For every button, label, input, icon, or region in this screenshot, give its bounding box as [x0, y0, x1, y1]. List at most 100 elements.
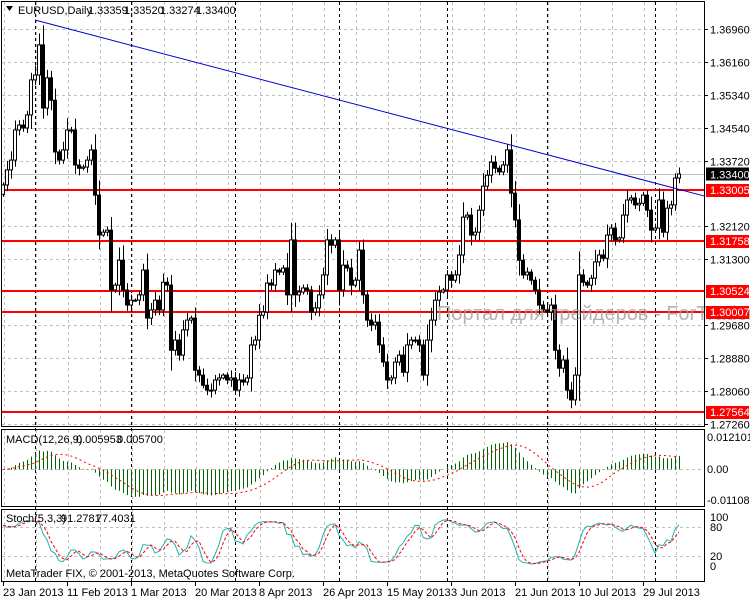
candle-bearish [329, 234, 333, 254]
candle-bearish [369, 313, 373, 332]
candle-body [213, 379, 217, 391]
candle-body [637, 202, 641, 206]
candle-bullish [45, 69, 49, 116]
candle-bullish [273, 262, 277, 292]
candle-body [473, 231, 477, 236]
candle-bullish [181, 320, 185, 361]
candle-bearish [21, 119, 25, 132]
date-label: 10 Jul 2013 [579, 587, 636, 599]
candle-body [293, 239, 297, 296]
candle-body [181, 329, 185, 356]
candle-bullish [641, 191, 645, 206]
candle-body [477, 209, 481, 233]
candle-bullish [489, 155, 493, 183]
date-label: 23 Jan 2013 [3, 587, 64, 599]
candle-body [97, 194, 101, 236]
candle-bullish [185, 313, 189, 337]
candle-body [353, 279, 357, 286]
candle-body [429, 319, 433, 341]
candle-bullish [625, 189, 629, 223]
trendline[interactable] [34, 19, 705, 197]
horizontal-levels[interactable] [2, 174, 704, 413]
candle-body [469, 214, 473, 236]
candle-body [573, 374, 577, 401]
candle-bullish [61, 141, 65, 164]
date-label: 29 Jul 2013 [643, 587, 700, 599]
candle-body [489, 161, 493, 176]
candle-bullish [261, 305, 265, 319]
candle-bullish [669, 200, 673, 216]
candle-body [45, 77, 49, 109]
candle-body [465, 214, 469, 218]
candle-bearish [569, 381, 573, 409]
date-label: 11 Feb 2013 [67, 587, 128, 599]
date-label: 21 Jun 2013 [515, 587, 576, 599]
dropdown-triangle-icon[interactable] [6, 6, 13, 11]
candle-body [673, 177, 677, 206]
candle-body [225, 374, 229, 381]
candle-body [337, 239, 341, 291]
chart-window[interactable]: Портал для трейдеров - ForTrader.ru 1.36… [0, 0, 750, 600]
candle-body [349, 267, 353, 286]
candle-body [117, 259, 121, 286]
time-axis[interactable]: 23 Jan 2013 11 Feb 2013 1 Mar 2013 20 Mar 2… [3, 582, 700, 599]
candle-body [41, 44, 45, 109]
candle-body [557, 349, 561, 369]
candle-bullish [465, 211, 469, 221]
candle-body [197, 369, 201, 376]
candle-body [577, 274, 581, 376]
candle-body [373, 321, 377, 326]
candle-body [121, 259, 125, 291]
candle-body [49, 77, 53, 101]
candle-body [665, 207, 669, 233]
candle-bullish [589, 274, 593, 292]
candle-body [357, 249, 361, 281]
candle-body [521, 259, 525, 276]
candle-body [405, 344, 409, 373]
candle-body [633, 197, 637, 206]
candle-bullish [101, 229, 105, 237]
candle-bullish [453, 270, 457, 283]
candle-bullish [209, 383, 213, 398]
candle-body [493, 161, 497, 169]
candle-body [85, 159, 89, 168]
candle-body [513, 192, 517, 221]
price-axis[interactable]: 1.36960 1.36160 1.35340 1.34540 1.33720 1.321… [705, 25, 750, 574]
candle-body [657, 199, 661, 229]
candle-body [129, 299, 133, 306]
candle-bearish [169, 275, 173, 371]
candle-bullish [301, 284, 305, 295]
candle-body [321, 274, 325, 296]
candle-body [69, 129, 73, 132]
candle-bullish [405, 333, 409, 383]
candle-bullish [673, 173, 677, 211]
candle-bullish [505, 144, 509, 173]
candle-bullish [573, 367, 577, 406]
macd-signal-value: 0.005700 [117, 434, 163, 446]
candle-body [137, 294, 141, 301]
candle-body [393, 361, 397, 379]
candle-body [505, 149, 509, 166]
candle-body [29, 79, 33, 116]
candle-bullish [525, 267, 529, 280]
candle-body [165, 281, 169, 286]
candle-bullish [217, 373, 221, 386]
candle-bullish [133, 298, 137, 302]
candle-bearish [165, 277, 169, 292]
candle-body [325, 239, 329, 276]
candle-body [261, 311, 265, 316]
candle-body [609, 227, 613, 236]
candle-bearish [401, 346, 405, 377]
candle-body [125, 289, 129, 306]
candle-body [5, 169, 9, 186]
ohlc-high: 1.33520 [124, 5, 164, 17]
candle-bearish [305, 284, 309, 295]
candle-body [237, 379, 241, 391]
candle-body [369, 319, 373, 326]
candle-bullish [425, 324, 429, 386]
candle-bullish [229, 370, 233, 387]
candle-bearish [53, 88, 57, 165]
candle-bullish [173, 330, 177, 356]
candle-body [17, 124, 21, 131]
candle-body [533, 279, 537, 291]
